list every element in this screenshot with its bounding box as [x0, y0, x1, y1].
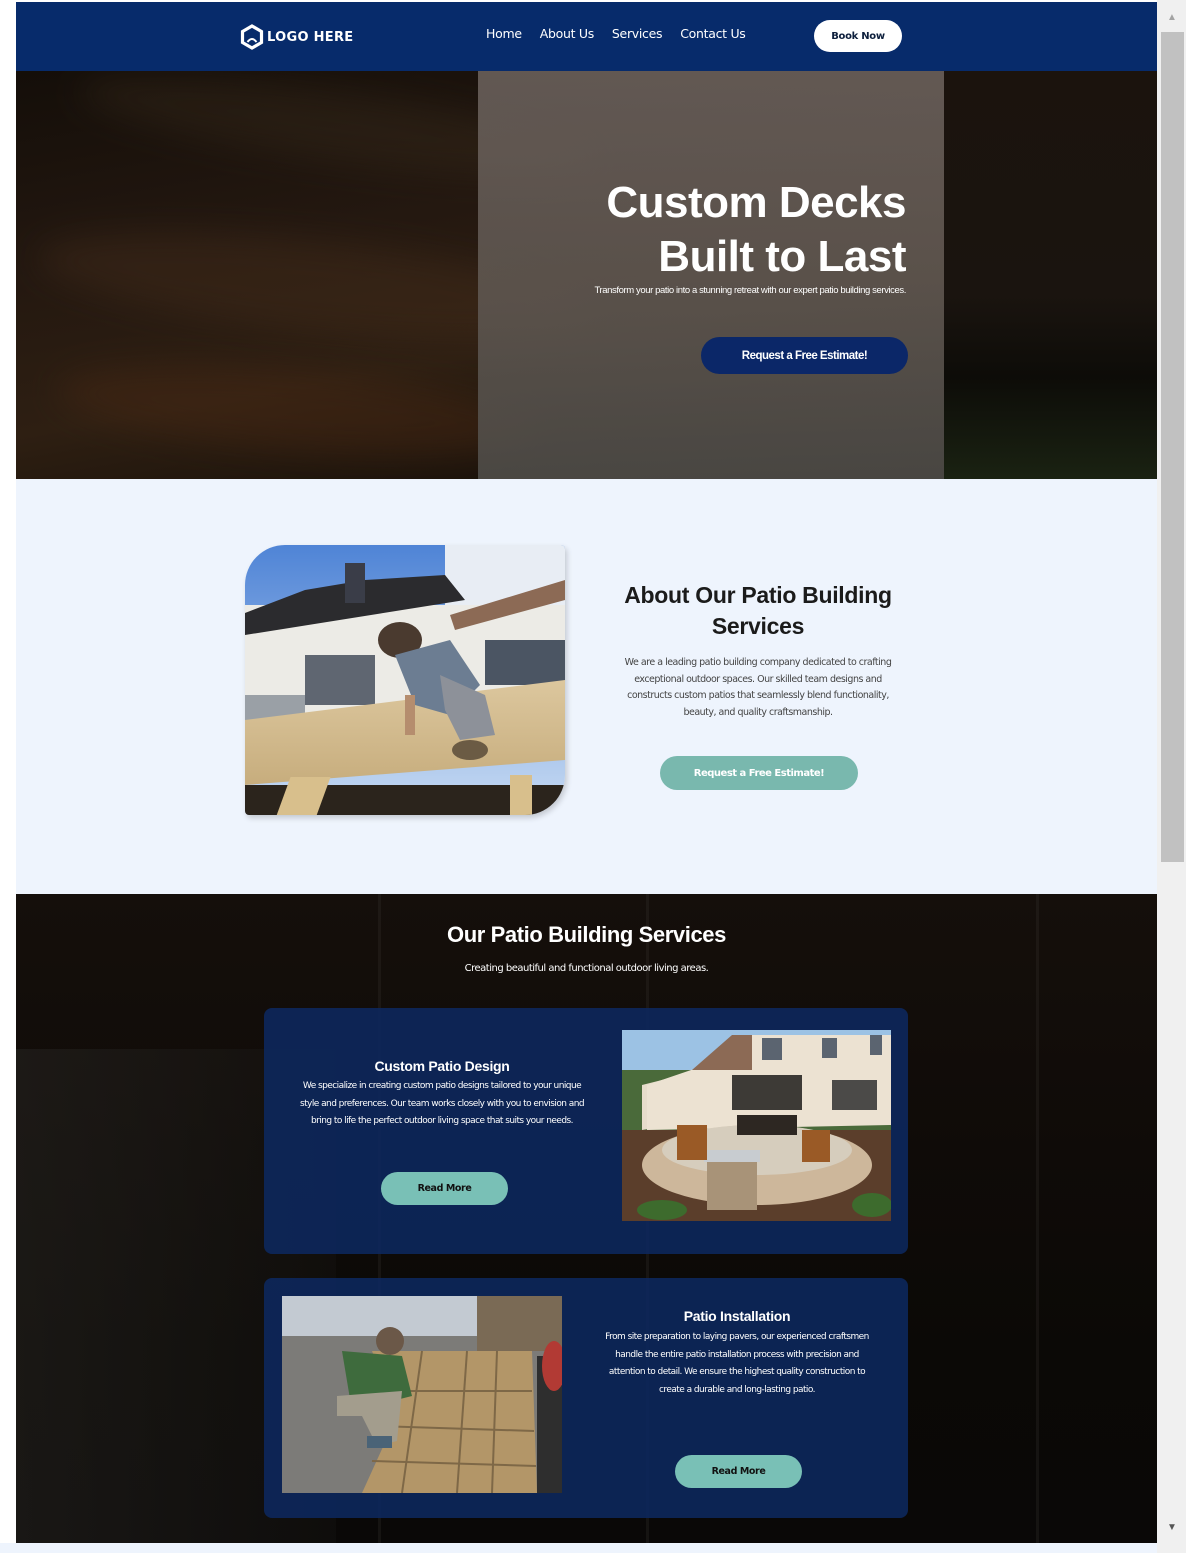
hero-title: Custom Decks Built to Last [606, 176, 906, 284]
main-nav: Home About Us Services Contact Us [486, 26, 746, 41]
hero-section: Custom Decks Built to Last Transform you… [16, 71, 1157, 479]
scrollbar-thumb[interactable] [1161, 32, 1184, 862]
service-card-description: From site preparation to laying pavers, … [605, 1332, 869, 1395]
hero-request-estimate-button[interactable]: Request a Free Estimate! [701, 337, 908, 374]
about-description: We are a leading patio building company … [624, 657, 892, 718]
hero-title-line-1: Custom Decks [606, 178, 906, 227]
services-section: Our Patio Building Services Creating bea… [16, 894, 1157, 1543]
service-card-patio-installation: Patio Installation From site preparation… [264, 1278, 908, 1518]
nav-link-contact[interactable]: Contact Us [680, 26, 746, 41]
page-viewport: LOGO HERE Home About Us Services Contact… [16, 2, 1157, 1543]
hero-title-line-2: Built to Last [658, 232, 906, 281]
service-card-custom-patio-design: Custom Patio Design We specialize in cre… [264, 1008, 908, 1254]
services-bg-post [1036, 894, 1039, 1543]
nav-link-services[interactable]: Services [612, 26, 663, 41]
logo-icon [240, 24, 264, 50]
hero-subtitle: Transform your patio into a stunning ret… [594, 285, 906, 296]
service-card-image [622, 1030, 891, 1221]
hero-background-right [944, 71, 1157, 479]
page-bottom-strip [0, 1543, 1160, 1553]
scroll-up-arrow-icon[interactable]: ▲ [1162, 4, 1182, 30]
services-subtitle: Creating beautiful and functional outdoo… [464, 963, 709, 974]
nav-link-home[interactable]: Home [486, 26, 522, 41]
about-section: About Our Patio Building Services We are… [16, 479, 1157, 894]
about-title: About Our Patio Building Services [624, 582, 892, 639]
about-request-estimate-button[interactable]: Request a Free Estimate! [660, 756, 858, 790]
book-now-button[interactable]: Book Now [814, 20, 902, 52]
services-title: Our Patio Building Services [447, 922, 726, 947]
hero-bg-streak [53, 350, 539, 472]
service-card-description: We specialize in creating custom patio d… [299, 1081, 585, 1126]
navbar: LOGO HERE Home About Us Services Contact… [16, 2, 1157, 71]
logo-text: LOGO HERE [267, 29, 354, 45]
service-card-title: Patio Installation [683, 1308, 791, 1324]
read-more-button[interactable]: Read More [381, 1172, 508, 1205]
scroll-down-arrow-icon[interactable]: ▼ [1162, 1515, 1182, 1539]
about-image [245, 545, 565, 815]
read-more-button[interactable]: Read More [675, 1455, 802, 1488]
logo[interactable]: LOGO HERE [240, 24, 353, 50]
service-card-image [282, 1296, 562, 1493]
service-card-title: Custom Patio Design [374, 1058, 510, 1074]
nav-link-about[interactable]: About Us [540, 26, 595, 41]
